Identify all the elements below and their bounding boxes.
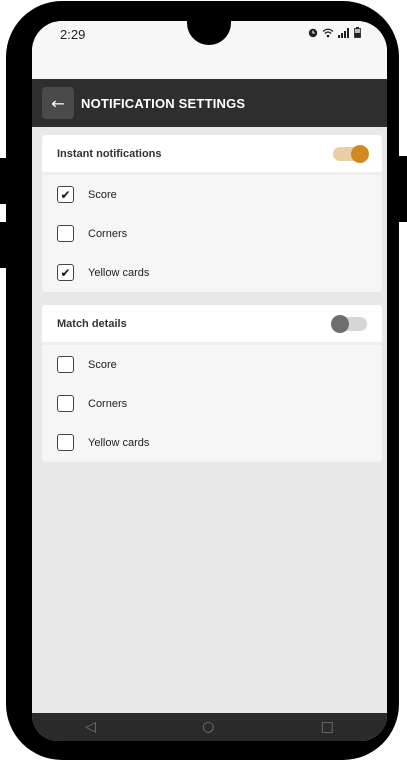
nav-back-icon[interactable]: ◁ (85, 719, 96, 735)
score-checkbox[interactable]: ✔ (57, 186, 74, 203)
status-time: 2:29 (60, 27, 86, 42)
battery-icon (354, 27, 361, 41)
option-score[interactable]: ✔ Score (42, 175, 382, 214)
back-button[interactable]: ← (42, 87, 74, 119)
phone-frame: 2:29 ← NOTIFICATION SETTINGS Instant not… (6, 1, 399, 760)
yellow-cards-checkbox[interactable] (57, 434, 74, 451)
section-title: Instant notifications (57, 147, 162, 160)
yellow-cards-checkbox[interactable]: ✔ (57, 264, 74, 281)
arrow-left-icon: ← (51, 93, 65, 113)
instant-notifications-header: Instant notifications (42, 135, 382, 175)
option-label: Corners (88, 397, 128, 410)
camera-notch (187, 21, 231, 45)
match-details-card: Match details Score Corners Yellow cards (42, 305, 382, 462)
nav-recent-icon[interactable]: □ (321, 719, 334, 735)
screen: 2:29 ← NOTIFICATION SETTINGS Instant not… (32, 21, 387, 741)
section-title: Match details (57, 317, 127, 330)
corners-checkbox[interactable] (57, 225, 74, 242)
corners-checkbox[interactable] (57, 395, 74, 412)
option-label: Yellow cards (88, 266, 150, 279)
score-checkbox[interactable] (57, 356, 74, 373)
option-yellow-cards[interactable]: ✔ Yellow cards (42, 253, 382, 292)
option-label: Corners (88, 227, 128, 240)
system-nav-bar: ◁ ○ □ (32, 713, 387, 741)
toggle-knob (331, 314, 349, 333)
wifi-icon (322, 27, 334, 41)
status-icons (308, 27, 361, 41)
page-title: NOTIFICATION SETTINGS (81, 95, 246, 111)
match-details-toggle[interactable] (331, 314, 367, 333)
alarm-icon (308, 27, 318, 41)
instant-notifications-card: Instant notifications ✔ Score Corners ✔ … (42, 135, 382, 292)
option-yellow-cards[interactable]: Yellow cards (42, 423, 382, 462)
option-label: Score (88, 188, 117, 201)
nav-home-icon[interactable]: ○ (202, 719, 214, 735)
instant-notifications-toggle[interactable] (333, 144, 369, 163)
toggle-knob (351, 144, 369, 163)
option-label: Yellow cards (88, 436, 150, 449)
match-details-header: Match details (42, 305, 382, 345)
option-corners[interactable]: Corners (42, 214, 382, 253)
app-bar: ← NOTIFICATION SETTINGS (32, 79, 387, 127)
option-score[interactable]: Score (42, 345, 382, 384)
option-label: Score (88, 358, 117, 371)
signal-icon (338, 27, 350, 41)
option-corners[interactable]: Corners (42, 384, 382, 423)
status-bar: 2:29 (32, 21, 387, 79)
